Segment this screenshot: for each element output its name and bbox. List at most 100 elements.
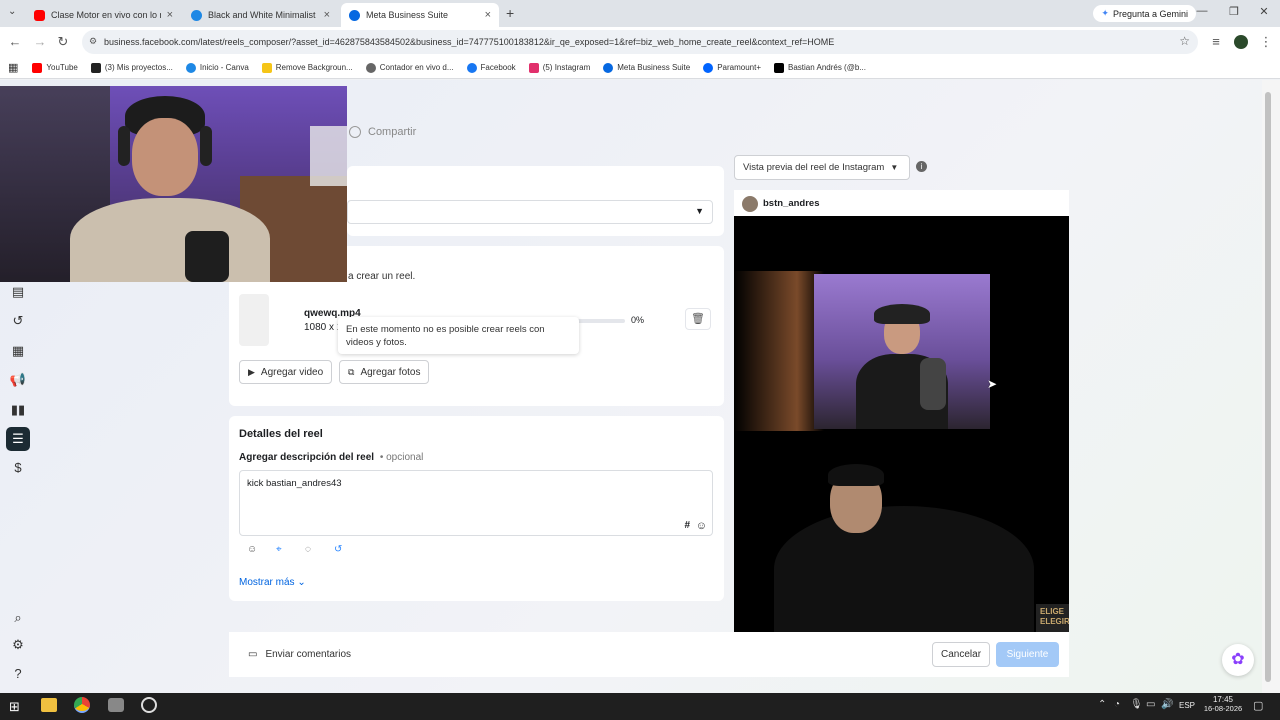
cancel-button[interactable]: Cancelar <box>932 642 991 667</box>
ai-assistant-icon[interactable]: ✿ <box>1222 644 1254 676</box>
ads-megaphone-icon[interactable]: 📢 <box>8 370 28 390</box>
site-info-icon[interactable]: ⚙ <box>89 36 97 47</box>
microphone-shape <box>920 358 946 410</box>
add-video-label: Agregar video <box>260 366 324 378</box>
feeling-icon[interactable]: ☺ <box>247 544 257 555</box>
show-more-label: Mostrar más <box>239 577 295 588</box>
trash-icon: 🗑 <box>691 313 705 325</box>
app-icon[interactable] <box>108 698 124 712</box>
activity-icon[interactable]: ↺ <box>8 311 28 331</box>
calendar-icon[interactable]: ▦ <box>8 341 28 361</box>
bookmark-instagram[interactable]: (5) Instagram <box>528 62 590 73</box>
next-button[interactable]: Siguiente <box>996 642 1059 667</box>
minimize-icon[interactable]: — <box>1192 5 1212 21</box>
volume-icon[interactable]: 🔊 <box>1161 699 1173 710</box>
tray-chevron-icon[interactable]: ⌃ <box>1098 699 1106 710</box>
details-title: Detalles del reel <box>239 428 323 440</box>
pages-icon[interactable]: ▤ <box>8 282 28 302</box>
preview-selector[interactable]: Vista previa del reel de Instagram ▼ <box>734 155 910 180</box>
tab-canva[interactable]: Black and White Minimalist Sim × <box>183 3 338 27</box>
show-more-link[interactable]: Mostrar más ⌄ <box>239 577 306 588</box>
back-icon[interactable]: ← <box>7 34 23 50</box>
bookmark-label: Meta Business Suite <box>617 63 691 72</box>
apps-grid-icon[interactable]: ▦ <box>8 61 18 74</box>
bookmark-paramount[interactable]: Paramount+ <box>703 62 762 73</box>
account-dropdown[interactable]: ▼ <box>347 200 713 224</box>
close-tab-icon[interactable]: × <box>485 9 491 21</box>
media-controls-icon[interactable]: ≡ <box>1208 34 1224 50</box>
add-photos-button[interactable]: ⧉ Agregar fotos <box>339 360 430 384</box>
file-explorer-icon[interactable] <box>41 698 57 712</box>
account-card: ▼ <box>347 166 724 236</box>
microphone-shape <box>185 231 229 282</box>
profile-avatar[interactable] <box>1234 35 1248 49</box>
chrome-icon[interactable] <box>74 697 90 713</box>
collab-icon[interactable]: ↺ <box>334 544 342 555</box>
forward-icon[interactable]: → <box>32 34 48 50</box>
network-icon[interactable]: ▭ <box>1146 699 1155 710</box>
tab-youtube[interactable]: Clase Motor en vivo con lo mejor × <box>26 3 181 27</box>
close-tab-icon[interactable]: × <box>324 9 330 21</box>
insights-icon[interactable]: ▮▮ <box>8 400 28 420</box>
bookmark-remove-bg[interactable]: Remove Backgroun... <box>261 62 353 73</box>
tab-meta-business-suite[interactable]: Meta Business Suite × <box>341 3 499 27</box>
microphone-tray-icon[interactable]: 🎙 <box>1130 699 1143 710</box>
close-window-icon[interactable]: ✕ <box>1254 5 1274 21</box>
chat-icon[interactable]: ◌ <box>305 544 311 555</box>
language-indicator[interactable]: ESP <box>1179 701 1195 710</box>
search-icon[interactable]: ⌕ <box>8 608 28 628</box>
settings-gear-icon[interactable]: ⚙ <box>8 635 28 655</box>
send-feedback-button[interactable]: ▭ Enviar comentarios <box>248 649 351 660</box>
emoji-icon[interactable]: ☺ <box>696 520 707 532</box>
menu-kebab-icon[interactable]: ⋮ <box>1258 34 1274 50</box>
bookmark-tiktok[interactable]: Bastian Andrés (@b... <box>774 62 866 73</box>
obs-icon[interactable] <box>141 697 157 713</box>
remove-bg-icon <box>261 62 272 73</box>
bookmark-label: Bastian Andrés (@b... <box>788 63 866 72</box>
bookmark-label: Remove Backgroun... <box>275 63 353 72</box>
bookmark-label: Paramount+ <box>717 63 762 72</box>
close-tab-icon[interactable]: × <box>167 9 173 21</box>
reload-icon[interactable]: ↻ <box>55 34 71 50</box>
help-icon[interactable]: ? <box>8 664 28 684</box>
hashtag-icon[interactable]: # <box>684 520 690 531</box>
tab-title: Clase Motor en vivo con lo mejor <box>51 10 161 20</box>
delete-file-button[interactable]: 🗑 <box>685 308 711 330</box>
bookmark-facebook[interactable]: Facebook <box>466 62 516 73</box>
bookmark-mis-proyectos[interactable]: (3) Mis proyectos... <box>90 62 173 73</box>
all-tools-menu-icon[interactable]: ☰ <box>6 427 30 451</box>
description-input[interactable]: kick bastian_andres43 # ☺ <box>239 470 713 536</box>
clock[interactable]: 17:45 16-08-2026 <box>1203 695 1243 713</box>
counter-icon <box>365 62 376 73</box>
gemini-button[interactable]: ✦ Pregunta a Gemini <box>1093 5 1196 22</box>
webcam-frame-thumbnail <box>814 274 990 429</box>
new-tab-icon[interactable]: + <box>506 5 514 21</box>
url-bar[interactable]: ⚙ business.facebook.com/latest/reels_com… <box>82 30 1198 54</box>
description-label: Agregar descripción del reel <box>239 452 375 463</box>
tab-title: Black and White Minimalist Sim <box>208 10 318 20</box>
preview-username: bstn_andres <box>763 198 820 209</box>
bookmark-youtube[interactable]: YouTube <box>32 62 78 73</box>
media-hint: a crear un reel. <box>348 271 416 282</box>
overlay-line-1: ELIGE <box>1040 607 1065 616</box>
scrollbar-thumb[interactable] <box>1265 92 1271 682</box>
feedback-label: Enviar comentarios <box>265 649 352 660</box>
windows-start-icon[interactable]: ⊞ <box>9 699 20 715</box>
location-pin-icon[interactable]: ⌖ <box>276 544 282 555</box>
monetization-icon[interactable]: $ <box>8 458 28 478</box>
bookmark-star-icon[interactable]: ☆ <box>1179 34 1190 48</box>
tiktok-icon <box>774 62 785 73</box>
restore-icon[interactable]: ❐ <box>1224 5 1244 21</box>
bookmark-label: Contador en vivo d... <box>379 63 454 72</box>
tray-app-icon[interactable]: ◔ <box>1114 699 1120 710</box>
notifications-icon[interactable]: ▢ <box>1253 699 1263 712</box>
caret-down-icon: ▼ <box>890 163 899 172</box>
headphone-right-shape <box>200 126 212 166</box>
share-radio[interactable] <box>349 126 361 138</box>
bookmark-meta[interactable]: Meta Business Suite <box>603 62 691 73</box>
bookmark-contador[interactable]: Contador en vivo d... <box>365 62 454 73</box>
info-icon[interactable]: i <box>916 161 927 172</box>
add-video-button[interactable]: ▶ Agregar video <box>239 360 333 384</box>
bookmark-canva[interactable]: Inicio - Canva <box>185 62 249 73</box>
tab-list-icon[interactable]: ⌄ <box>8 6 16 17</box>
